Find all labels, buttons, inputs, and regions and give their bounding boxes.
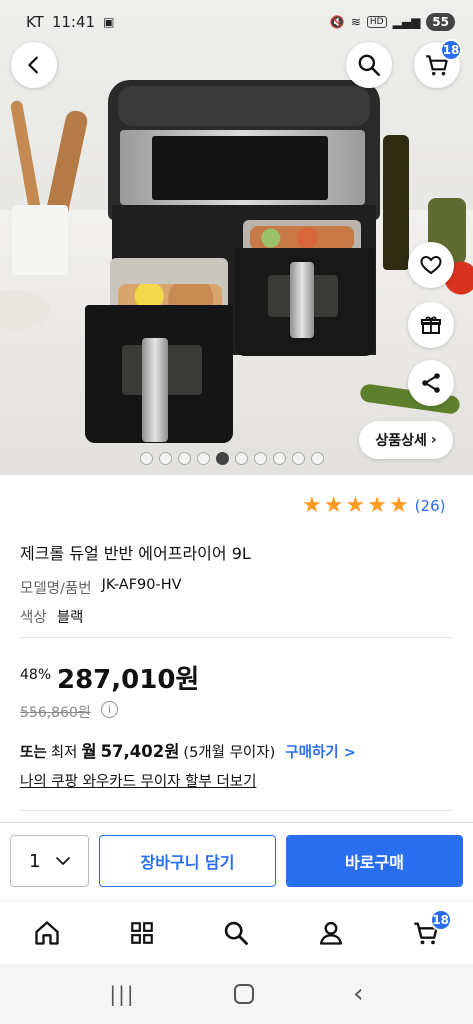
product-image-gallery[interactable] xyxy=(0,0,473,475)
air-fryer-lid xyxy=(118,86,370,126)
divider xyxy=(20,637,453,638)
basket-handle-left xyxy=(142,338,168,442)
product-detail-button[interactable]: 상품상세 › xyxy=(359,421,453,459)
pagination-dot[interactable] xyxy=(235,452,248,465)
product-detail-label: 상품상세 xyxy=(375,433,427,449)
original-price: 556,860원 xyxy=(20,705,91,721)
color-value: 블랙 xyxy=(56,610,84,626)
back-button[interactable] xyxy=(11,42,57,88)
user-icon xyxy=(319,921,343,945)
buy-now-button[interactable]: 바로구매 xyxy=(286,835,463,887)
add-to-cart-button[interactable]: 장바구니 담기 xyxy=(99,835,276,887)
pagination-dot[interactable] xyxy=(254,452,267,465)
pagination-dot[interactable] xyxy=(292,452,305,465)
hd-icon: HD xyxy=(366,16,387,28)
back-system-button[interactable]: ‹ xyxy=(353,979,363,1009)
pagination-dot[interactable] xyxy=(178,452,191,465)
pagination-dot[interactable] xyxy=(197,452,210,465)
divider xyxy=(20,810,453,811)
wooden-utensil xyxy=(9,99,43,219)
installment-buy-link[interactable]: 구매하기 > xyxy=(285,741,356,762)
quantity-value: 1 xyxy=(29,850,41,872)
mute-icon: 🔇 xyxy=(329,15,345,29)
model-label: 모델명/품번 xyxy=(20,581,92,597)
search-button[interactable] xyxy=(346,42,392,88)
battery-indicator: 55 xyxy=(426,13,455,31)
product-rating[interactable]: ★ ★ ★ ★ ★ (26) xyxy=(302,494,445,518)
share-icon xyxy=(422,373,440,393)
system-navigation-bar: ||| ‹ xyxy=(0,964,473,1024)
bottom-navigation: 18 xyxy=(0,900,473,964)
model-value: JK-AF90-HV xyxy=(101,577,182,593)
oil-bottle xyxy=(383,135,409,270)
food-right xyxy=(250,226,354,250)
star-icon: ★ xyxy=(345,493,366,518)
installment-amount: 57,402원 xyxy=(100,742,180,761)
air-fryer-display xyxy=(152,136,328,200)
category-grid-icon xyxy=(131,921,153,944)
star-icon: ★ xyxy=(367,493,387,518)
quantity-select[interactable]: 1 xyxy=(10,835,89,887)
chevron-left-icon xyxy=(28,56,38,74)
wifi-icon: ≋ xyxy=(350,15,361,29)
nav-categories[interactable] xyxy=(112,903,172,963)
recent-apps-button[interactable]: ||| xyxy=(109,982,135,1006)
installment-month: 월 xyxy=(81,742,97,761)
pagination-dot[interactable] xyxy=(159,452,172,465)
share-button[interactable] xyxy=(408,360,454,406)
carrier-label: KT xyxy=(26,13,44,31)
installment-min: 최저 xyxy=(50,745,78,761)
basket-handle-right xyxy=(290,262,314,338)
pagination-dot[interactable] xyxy=(273,452,286,465)
wishlist-button[interactable] xyxy=(408,242,454,288)
screenshot-icon: ▣ xyxy=(103,15,115,29)
discount-rate: 48% xyxy=(20,667,52,683)
nav-home[interactable] xyxy=(17,903,77,963)
status-bar: KT 11:41 ▣ 🔇 ≋ HD ▂▄▆ 55 xyxy=(0,0,473,44)
nav-my-page[interactable] xyxy=(301,903,361,963)
gallery-pagination xyxy=(140,452,324,465)
heart-icon xyxy=(420,255,442,275)
star-icon: ★ xyxy=(388,493,409,518)
installment-prefix: 또는 xyxy=(20,745,47,761)
nav-search[interactable] xyxy=(206,903,266,963)
gift-icon xyxy=(421,316,441,334)
nav-cart[interactable]: 18 xyxy=(396,903,456,963)
search-icon xyxy=(358,54,381,77)
pagination-dot-active[interactable] xyxy=(216,452,229,465)
nav-cart-count-badge: 18 xyxy=(429,908,452,931)
gift-button[interactable] xyxy=(408,302,454,348)
clock: 11:41 xyxy=(51,13,96,31)
home-system-button[interactable] xyxy=(234,984,255,1004)
home-icon xyxy=(35,920,59,945)
chevron-down-icon xyxy=(56,857,70,865)
signal-icon: ▂▄▆ xyxy=(392,15,421,29)
star-icon: ★ xyxy=(302,493,322,518)
sale-price: 287,010원 xyxy=(57,665,200,695)
review-count[interactable]: (26) xyxy=(415,497,446,515)
info-icon[interactable]: i xyxy=(101,701,118,718)
purchase-bar: 1 장바구니 담기 바로구매 xyxy=(0,822,473,900)
color-spec: 색상 블랙 xyxy=(20,606,83,627)
utensil-holder xyxy=(12,205,68,275)
search-icon xyxy=(225,921,249,945)
pagination-dot[interactable] xyxy=(311,452,324,465)
chevron-right-icon: › xyxy=(430,432,437,448)
card-installment-link[interactable]: 나의 쿠팡 와우카드 무이자 할부 더보기 xyxy=(20,770,256,791)
model-spec: 모델명/품번 JK-AF90-HV xyxy=(20,577,182,598)
product-title: 제크롤 듀얼 반반 에어프라이어 9L xyxy=(20,544,251,563)
installment-terms: (5개월 무이자) xyxy=(183,745,276,761)
star-icon: ★ xyxy=(323,493,344,518)
pagination-dot[interactable] xyxy=(140,452,153,465)
color-label: 색상 xyxy=(20,610,47,626)
installment-info: 또는 최저 월 57,402원 (5개월 무이자) 구매하기 > xyxy=(20,738,356,762)
